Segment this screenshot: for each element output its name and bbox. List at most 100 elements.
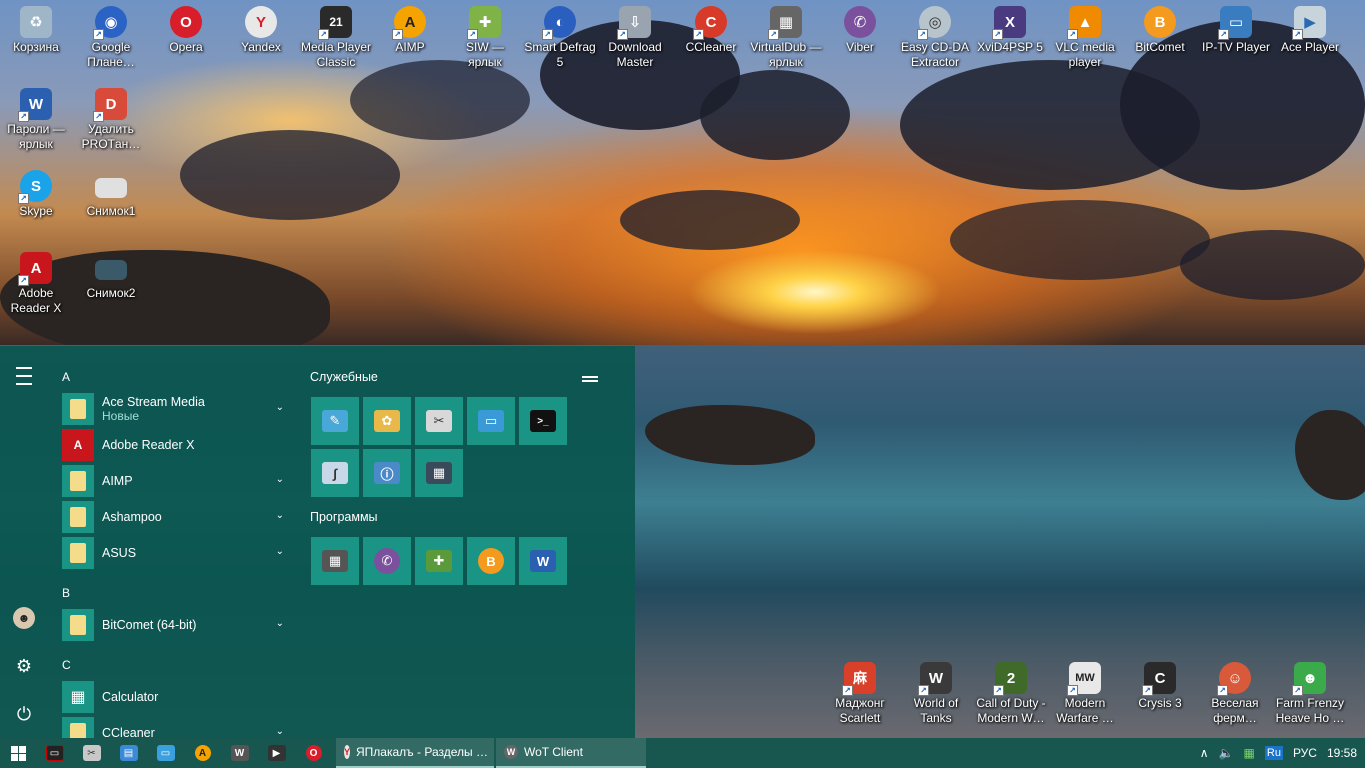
farm-frenzy-icon: ☻ ↗ [1292, 662, 1326, 696]
desktop-icon-world-of-tanks[interactable]: W ↗ World of Tanks [900, 662, 972, 726]
tile-command-prompt[interactable]: >_ [519, 397, 567, 445]
math-input-icon: ∫ [322, 462, 348, 484]
power-button[interactable]: ⏻ [8, 698, 40, 730]
image-file-icon [95, 178, 127, 198]
volume-icon[interactable]: 🔈 [1219, 746, 1234, 760]
taskbar-task-wot-client[interactable]: W WoT Client [496, 738, 646, 768]
tile-snipping-tool[interactable]: ✂ [415, 397, 463, 445]
desktop-icon-aimp[interactable]: A ↗ AIMP [374, 6, 446, 55]
chevron-down-icon[interactable]: ⌄ [276, 546, 284, 557]
taskbar-pin-world-of-tanks[interactable]: W [221, 738, 258, 768]
desktop-icon-siw[interactable]: ✚ ↗ SIW — ярлык [449, 6, 521, 70]
chevron-down-icon[interactable]: ⌄ [276, 510, 284, 521]
app-item-ccleaner[interactable]: CCleaner ⌄ [62, 716, 292, 738]
network-icon[interactable]: ▦ [1244, 746, 1255, 760]
desktop-icon-vlc[interactable]: ▲ ↗ VLC media player [1049, 6, 1121, 70]
folder-icon [62, 393, 94, 425]
notepad-icon: ✎ [322, 410, 348, 432]
tile-notepad[interactable]: ✎ [311, 397, 359, 445]
google-earth-icon: ◉ ↗ [93, 6, 127, 40]
chevron-down-icon[interactable]: ⌄ [276, 402, 284, 413]
hamburger-icon[interactable] [8, 360, 40, 392]
desktop-icon-xvid4psp[interactable]: X ↗ XviD4PSP 5 [974, 6, 1046, 55]
desktop-icon-virtualdub[interactable]: ▦ ↗ VirtualDub — ярлык [750, 6, 822, 70]
clock[interactable]: 19:58 [1327, 746, 1357, 760]
user-account-button[interactable]: ☻ [8, 602, 40, 634]
desktop-icon-ccleaner[interactable]: C ↗ CCleaner [675, 6, 747, 55]
tile-group-title-programs[interactable]: Программы [310, 510, 378, 524]
tile-viber[interactable]: ✆ [363, 537, 411, 585]
desktop-icon-passwords[interactable]: W ↗ Пароли — ярлык [0, 88, 72, 152]
taskbar-pin-this-pc[interactable]: ▭ [147, 738, 184, 768]
desktop-icon-download-master[interactable]: ⇩ ↗ Download Master [599, 6, 671, 70]
taskbar-task-yaplakal[interactable]: Y ЯПлакалъ - Разделы … [336, 738, 494, 768]
app-item-bitcomet[interactable]: BitComet (64-bit) ⌄ [62, 608, 292, 642]
desktop-icon-modern-warfare[interactable]: MW ↗ Modern Warfare … [1049, 662, 1121, 726]
app-item-ace-stream-media[interactable]: Ace Stream Media Новые ⌄ [62, 392, 292, 426]
desktop-icon-viber[interactable]: ✆ Viber [824, 6, 896, 55]
snipping-tool-icon: ✂ [82, 745, 101, 761]
desktop-icon-recycle-bin[interactable]: ♻ Корзина [0, 6, 72, 55]
app-item-calculator[interactable]: ▦ Calculator [62, 680, 292, 714]
desktop-icon-farm-frenzy[interactable]: ☻ ↗ Farm Frenzy Heave Ho … [1274, 662, 1346, 726]
taskbar-pin-snipping-tool[interactable]: ✂ [73, 738, 110, 768]
tile-virtualdub[interactable]: ▦ [311, 537, 359, 585]
desktop-icon-bitcomet[interactable]: B BitComet [1124, 6, 1196, 55]
keyboard-layout-badge[interactable]: Ru [1264, 746, 1283, 760]
chevron-down-icon[interactable]: ⌄ [276, 618, 284, 629]
chevron-down-icon[interactable]: ⌄ [276, 726, 284, 737]
tile-paint[interactable]: ✿ [363, 397, 411, 445]
app-item-aimp[interactable]: AIMP ⌄ [62, 464, 292, 498]
app-item-ashampoo[interactable]: Ashampoo ⌄ [62, 500, 292, 534]
desktop-icon-opera[interactable]: O Opera [150, 6, 222, 55]
chevron-down-icon[interactable]: ⌄ [276, 474, 284, 485]
desktop-icon-iptv-player[interactable]: ▭ ↗ IP-TV Player [1200, 6, 1272, 55]
folder-icon [62, 465, 94, 497]
virtualdub-icon: ▦ [322, 550, 348, 572]
paint-icon: ✿ [374, 410, 400, 432]
desktop-icon-snimok1[interactable]: Снимок1 [75, 170, 147, 219]
tile-remote-desktop[interactable]: ▭ [467, 397, 515, 445]
tile-math-input[interactable]: ∫ [311, 449, 359, 497]
world-of-tanks-icon: W [504, 745, 518, 759]
tile-siw[interactable]: ✚ [415, 537, 463, 585]
tile-word[interactable]: W [519, 537, 567, 585]
aimp-icon: A ↗ [392, 6, 426, 40]
desktop-icon-adobe-reader[interactable]: A ↗ Adobe Reader X [0, 252, 72, 316]
app-item-adobe-reader-x[interactable]: A Adobe Reader X [62, 428, 292, 462]
group-options-icon[interactable] [582, 374, 598, 384]
desktop-icon-call-of-duty-mw2[interactable]: 2 ↗ Call of Duty - Modern W… [975, 662, 1047, 726]
desktop-icon-yandex[interactable]: Y Yandex [225, 6, 297, 55]
desktop-icon-mahjong-scarlett[interactable]: 麻 ↗ Маджонг Scarlett [824, 662, 896, 726]
desktop-icon-skype[interactable]: S ↗ Skype [0, 170, 72, 219]
app-list-letter-c[interactable]: C [62, 658, 71, 672]
tile-group-title-utilities[interactable]: Служебные [310, 370, 378, 384]
desktop-icon-veselaya-ferma[interactable]: ☺ ↗ Веселая ферм… [1199, 662, 1271, 726]
smart-defrag-icon: ◐ ↗ [542, 6, 576, 40]
desktop-icon-ace-player[interactable]: ▶ ↗ Ace Player [1274, 6, 1346, 55]
app-list-letter-b[interactable]: B [62, 586, 70, 600]
ccleaner-icon: C ↗ [693, 6, 727, 40]
tile-system-info[interactable]: ⓘ [363, 449, 411, 497]
language-indicator[interactable]: РУС [1293, 746, 1317, 760]
desktop-icon-google-earth[interactable]: ◉ ↗ Google Плане… [75, 6, 147, 70]
desktop-icon-uninstall-protanki[interactable]: D ↗ Удалить PROTан… [75, 88, 147, 152]
desktop-icon-media-player-classic[interactable]: 21 ↗ Media Player Classic [300, 6, 372, 70]
taskbar-pin-aimp[interactable]: A [184, 738, 221, 768]
app-list-letter-a[interactable]: A [62, 370, 70, 384]
tile-bitcomet[interactable]: B [467, 537, 515, 585]
desktop-icon-crysis-3[interactable]: C ↗ Crysis 3 [1124, 662, 1196, 711]
taskbar-pin-control-panel[interactable]: ▤ [110, 738, 147, 768]
show-hidden-icons-chevron-icon[interactable]: ∧ [1200, 746, 1209, 760]
app-item-asus[interactable]: ASUS ⌄ [62, 536, 292, 570]
tile-calculator[interactable]: ▦ [415, 449, 463, 497]
settings-button[interactable]: ⚙ [8, 650, 40, 682]
desktop-icon-easy-cd-da[interactable]: ◎ ↗ Easy CD-DA Extractor [899, 6, 971, 70]
taskbar-pin-show-desktop[interactable]: ▭ [36, 738, 73, 768]
taskbar-pin-opera[interactable]: O [295, 738, 332, 768]
taskbar-pin-media-player-classic[interactable]: ▶ [258, 738, 295, 768]
desktop-icon-smart-defrag[interactable]: ◐ ↗ Smart Defrag 5 [524, 6, 596, 70]
start-button[interactable] [0, 738, 36, 768]
bitcomet-icon: B [1144, 6, 1176, 38]
desktop-icon-snimok2[interactable]: Снимок2 [75, 252, 147, 301]
